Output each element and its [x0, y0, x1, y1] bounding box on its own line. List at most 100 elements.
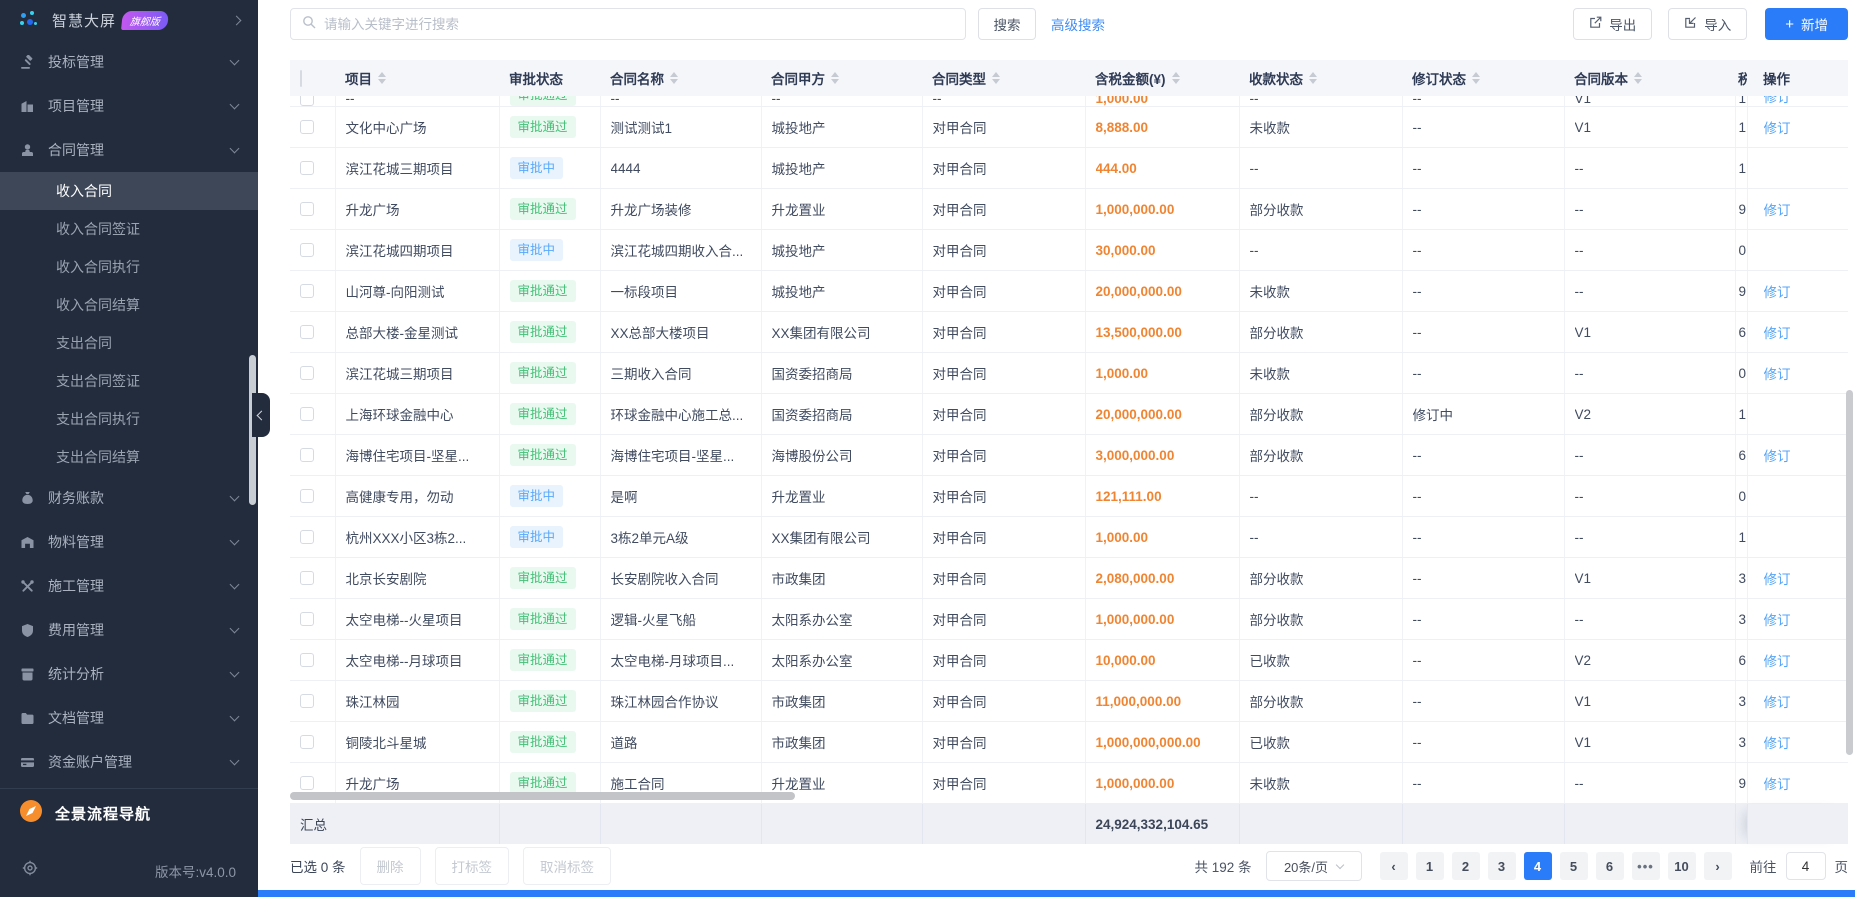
- table-row[interactable]: 北京长安剧院 审批通过 长安剧院收入合同 市政集团 对甲合同 2,080,000…: [290, 558, 1848, 599]
- sidebar-item-bidding[interactable]: 投标管理: [0, 40, 258, 84]
- export-button[interactable]: 导出: [1573, 8, 1652, 40]
- col-header-payment-status[interactable]: 收款状态: [1239, 60, 1402, 96]
- revise-link[interactable]: 修订: [1764, 322, 1791, 342]
- delete-button[interactable]: 删除: [360, 847, 421, 885]
- revise-link[interactable]: 修订: [1764, 199, 1791, 219]
- table-row[interactable]: 滨江花城三期项目 审批通过 三期收入合同 国资委招商局 对甲合同 1,000.0…: [290, 353, 1848, 394]
- sidebar-item-materials[interactable]: 物料管理: [0, 520, 258, 564]
- revise-link[interactable]: 修订: [1764, 96, 1791, 106]
- page-button[interactable]: 10: [1668, 852, 1696, 880]
- table-row[interactable]: 太空电梯--月球项目 审批通过 太空电梯-月球项目... 太阳系办公室 对甲合同…: [290, 640, 1848, 681]
- table-row[interactable]: 总部大楼-金星测试 审批通过 XX总部大楼项目 XX集团有限公司 对甲合同 13…: [290, 312, 1848, 353]
- sidebar-item-panorama-nav[interactable]: 全景流程导航: [0, 789, 258, 837]
- col-header-contract-type[interactable]: 合同类型: [922, 60, 1085, 96]
- search-box[interactable]: [290, 8, 966, 40]
- row-checkbox[interactable]: [300, 366, 314, 380]
- revise-link[interactable]: 修订: [1764, 117, 1791, 137]
- row-checkbox[interactable]: [300, 284, 314, 298]
- revise-link[interactable]: 修订: [1764, 691, 1791, 711]
- revise-link[interactable]: 修订: [1764, 650, 1791, 670]
- table-row[interactable]: 上海环球金融中心 审批通过 环球金融中心施工总... 国资委招商局 对甲合同 2…: [290, 394, 1848, 435]
- app-logo[interactable]: 智慧大屏 旗舰版: [0, 0, 258, 40]
- table-row[interactable]: 山河尊-向阳测试 审批通过 一标段项目 城投地产 对甲合同 20,000,000…: [290, 271, 1848, 312]
- add-button[interactable]: + 新增: [1765, 8, 1848, 40]
- sidebar-subitem[interactable]: 支出合同结算: [0, 438, 258, 476]
- page-button[interactable]: •••: [1632, 852, 1660, 880]
- col-header-amount[interactable]: 含税金额(¥): [1085, 60, 1239, 96]
- col-header-contract-name[interactable]: 合同名称: [600, 60, 761, 96]
- row-checkbox[interactable]: [300, 407, 314, 421]
- sidebar-collapse-handle[interactable]: [252, 393, 270, 437]
- revise-link[interactable]: 修订: [1764, 281, 1791, 301]
- page-button[interactable]: 6: [1596, 852, 1624, 880]
- sidebar-subitem[interactable]: 收入合同执行: [0, 248, 258, 286]
- sidebar-subitem[interactable]: 收入合同: [0, 172, 258, 210]
- select-all-checkbox[interactable]: [300, 70, 302, 87]
- row-checkbox[interactable]: [300, 735, 314, 749]
- import-button[interactable]: 导入: [1668, 8, 1747, 40]
- table-row[interactable]: 杭州XXX小区3栋2... 审批中 3栋2单元A级 XX集团有限公司 对甲合同 …: [290, 517, 1848, 558]
- page-button[interactable]: 4: [1524, 852, 1552, 880]
- page-size-select[interactable]: 20条/页: [1266, 851, 1362, 881]
- revise-link[interactable]: 修订: [1764, 568, 1791, 588]
- table-row[interactable]: -- 审批通过 -- -- -- 1,000.00 -- -- V1 1 修订: [290, 96, 1848, 107]
- table-row[interactable]: 珠江林园 审批通过 珠江林园合作协议 市政集团 对甲合同 11,000,000.…: [290, 681, 1848, 722]
- row-checkbox[interactable]: [300, 489, 314, 503]
- revise-link[interactable]: 修订: [1764, 363, 1791, 383]
- search-input[interactable]: [324, 17, 954, 32]
- revise-link[interactable]: 修订: [1764, 609, 1791, 629]
- sidebar-item-finance[interactable]: 财务账款: [0, 476, 258, 520]
- row-checkbox[interactable]: [300, 653, 314, 667]
- sidebar-item-documents[interactable]: 文档管理: [0, 696, 258, 740]
- row-checkbox[interactable]: [300, 120, 314, 134]
- page-button[interactable]: 5: [1560, 852, 1588, 880]
- goto-page-input[interactable]: [1786, 852, 1826, 880]
- next-page-button[interactable]: ›: [1704, 852, 1732, 880]
- sidebar-item-projects[interactable]: 项目管理: [0, 84, 258, 128]
- table-row[interactable]: 太空电梯--火星项目 审批通过 逻辑-火星飞船 太阳系办公室 对甲合同 1,00…: [290, 599, 1848, 640]
- table-row[interactable]: 滨江花城三期项目 审批中 4444 城投地产 对甲合同 444.00 -- --…: [290, 148, 1848, 189]
- sidebar-item-construction[interactable]: 施工管理: [0, 564, 258, 608]
- row-checkbox[interactable]: [300, 571, 314, 585]
- col-header-revision-status[interactable]: 修订状态: [1402, 60, 1564, 96]
- horizontal-scrollbar[interactable]: [290, 792, 795, 800]
- row-checkbox[interactable]: [300, 96, 314, 106]
- search-button[interactable]: 搜索: [978, 8, 1036, 40]
- sidebar-subitem[interactable]: 收入合同结算: [0, 286, 258, 324]
- sidebar-item-expenses[interactable]: 费用管理: [0, 608, 258, 652]
- row-checkbox[interactable]: [300, 530, 314, 544]
- table-row[interactable]: 海博住宅项目-坚星... 审批通过 海博住宅项目-坚星... 海博股份公司 对甲…: [290, 435, 1848, 476]
- col-header-project[interactable]: 项目: [335, 60, 499, 96]
- page-button[interactable]: 3: [1488, 852, 1516, 880]
- table-row[interactable]: 文化中心广场 审批通过 测试测试1 城投地产 对甲合同 8,888.00 未收款…: [290, 107, 1848, 148]
- row-checkbox[interactable]: [300, 612, 314, 626]
- sidebar-subitem[interactable]: 支出合同执行: [0, 400, 258, 438]
- col-header-party-a[interactable]: 合同甲方: [761, 60, 922, 96]
- revise-link[interactable]: 修订: [1764, 773, 1791, 793]
- table-row[interactable]: 滨江花城四期项目 审批中 滨江花城四期收入合... 城投地产 对甲合同 30,0…: [290, 230, 1848, 271]
- sidebar-item-statistics[interactable]: 统计分析: [0, 652, 258, 696]
- sidebar-subitem[interactable]: 支出合同: [0, 324, 258, 362]
- sidebar-subitem[interactable]: 支出合同签证: [0, 362, 258, 400]
- page-button[interactable]: 2: [1452, 852, 1480, 880]
- col-header-contract-version[interactable]: 合同版本: [1564, 60, 1735, 96]
- row-checkbox[interactable]: [300, 243, 314, 257]
- advanced-search-link[interactable]: 高级搜索: [1051, 14, 1105, 34]
- table-row[interactable]: 高健康专用，勿动 审批中 是啊 升龙置业 对甲合同 121,111.00 -- …: [290, 476, 1848, 517]
- gear-icon[interactable]: [22, 860, 38, 881]
- row-checkbox[interactable]: [300, 776, 314, 790]
- row-checkbox[interactable]: [300, 448, 314, 462]
- row-checkbox[interactable]: [300, 161, 314, 175]
- row-checkbox[interactable]: [300, 325, 314, 339]
- tag-button[interactable]: 打标签: [435, 847, 510, 885]
- sidebar-item-contracts[interactable]: 合同管理: [0, 128, 258, 172]
- vertical-scrollbar[interactable]: [1846, 390, 1853, 755]
- page-button[interactable]: 1: [1416, 852, 1444, 880]
- sidebar-item-fund-accounts[interactable]: 资金账户管理: [0, 740, 258, 784]
- table-row[interactable]: 铜陵北斗星城 审批通过 道路 市政集团 对甲合同 1,000,000,000.0…: [290, 722, 1848, 763]
- row-checkbox[interactable]: [300, 694, 314, 708]
- untag-button[interactable]: 取消标签: [523, 847, 611, 885]
- prev-page-button[interactable]: ‹: [1380, 852, 1408, 880]
- sidebar-subitem[interactable]: 收入合同签证: [0, 210, 258, 248]
- table-row[interactable]: 升龙广场 审批通过 升龙广场装修 升龙置业 对甲合同 1,000,000.00 …: [290, 189, 1848, 230]
